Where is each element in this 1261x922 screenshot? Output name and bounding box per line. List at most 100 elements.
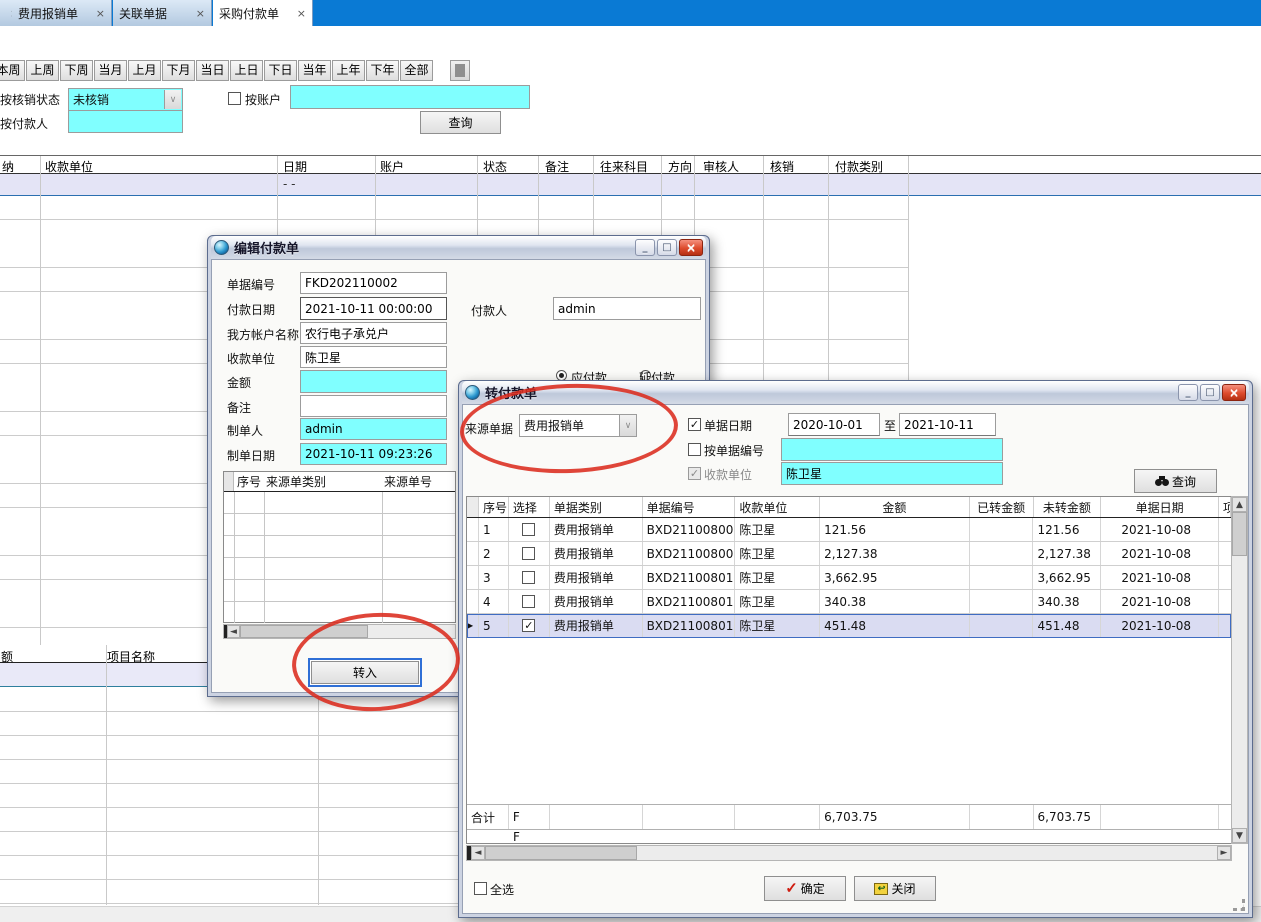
source-doc-dropdown[interactable]: 费用报销单 ∨ bbox=[519, 414, 637, 437]
col-status[interactable]: 状态 bbox=[483, 158, 507, 175]
table-row[interactable]: 4 费用报销单 BXD211008011 陈卫星 340.38 340.38 2… bbox=[467, 590, 1231, 614]
src-col-docno[interactable]: 来源单号 bbox=[382, 473, 432, 490]
col-auditor[interactable]: 审核人 bbox=[703, 158, 739, 175]
hdr-amount[interactable]: 金额 bbox=[820, 497, 970, 517]
edit-dialog-titlebar[interactable]: 编辑付款单 _ □ ✕ bbox=[211, 236, 706, 259]
hdr-payee[interactable]: 收款单位 bbox=[735, 497, 820, 517]
arrow-left-icon[interactable]: ◄ bbox=[227, 625, 240, 638]
col-cashier[interactable]: 纳 bbox=[2, 158, 14, 175]
col-payee[interactable]: 收款单位 bbox=[45, 158, 93, 175]
table-row-selected[interactable]: - - bbox=[0, 174, 1261, 196]
source-grid-hscrollbar[interactable]: ◄ bbox=[223, 624, 456, 639]
hdr-untransferred[interactable]: 未转金额 bbox=[1034, 497, 1102, 517]
period-button-today[interactable]: 当日 bbox=[196, 60, 229, 81]
scroll-thumb[interactable] bbox=[1232, 512, 1247, 556]
col-subject[interactable]: 往来科目 bbox=[600, 158, 648, 175]
row-select-checkbox[interactable] bbox=[522, 523, 535, 536]
chevron-down-icon[interactable]: ∨ bbox=[164, 90, 181, 109]
close-icon[interactable]: ✕ bbox=[679, 239, 703, 256]
payee-input[interactable] bbox=[300, 346, 447, 368]
hdr-project[interactable]: 项 bbox=[1219, 497, 1231, 517]
scroll-thumb[interactable] bbox=[240, 625, 368, 638]
arrow-right-icon[interactable]: ► bbox=[1217, 846, 1231, 860]
close-icon[interactable]: ✕ bbox=[1222, 384, 1246, 401]
account-filter-checkbox[interactable] bbox=[228, 92, 241, 105]
transfer-grid-vscrollbar[interactable]: ▲ ▼ bbox=[1231, 496, 1248, 844]
resize-grip[interactable] bbox=[1233, 899, 1245, 911]
period-mini-button[interactable] bbox=[450, 60, 470, 81]
close-button[interactable]: ↩ 关闭 bbox=[854, 876, 936, 901]
arrow-up-icon[interactable]: ▲ bbox=[1232, 497, 1247, 512]
arrow-left-icon[interactable]: ◄ bbox=[471, 846, 485, 860]
hdr-transferred[interactable]: 已转金额 bbox=[970, 497, 1034, 517]
our-account-input[interactable] bbox=[300, 322, 447, 344]
period-button-this-week[interactable]: 本周 bbox=[0, 60, 25, 81]
minimize-icon[interactable]: _ bbox=[635, 239, 655, 256]
hdr-no[interactable]: 序号 bbox=[479, 497, 509, 517]
period-button-last-month[interactable]: 上月 bbox=[128, 60, 161, 81]
doc-number-input[interactable] bbox=[300, 272, 447, 294]
query-button[interactable]: 查询 bbox=[420, 111, 501, 134]
col-paytype[interactable]: 付款类别 bbox=[835, 158, 883, 175]
transfer-grid-hscrollbar[interactable]: ◄ ► bbox=[466, 845, 1232, 861]
period-button-this-month[interactable]: 当月 bbox=[94, 60, 127, 81]
row-select-checkbox[interactable] bbox=[522, 571, 535, 584]
maximize-icon[interactable]: □ bbox=[1200, 384, 1220, 401]
date-from-input[interactable] bbox=[788, 413, 880, 436]
hdr-date[interactable]: 单据日期 bbox=[1101, 497, 1219, 517]
date-filter-checkbox[interactable]: ✓ bbox=[688, 418, 701, 431]
ok-button[interactable]: ✓ 确定 bbox=[764, 876, 846, 901]
row-select-checkbox[interactable] bbox=[522, 595, 535, 608]
col-date[interactable]: 日期 bbox=[283, 158, 307, 175]
transfer-dialog-titlebar[interactable]: 转付款单 _ □ ✕ bbox=[462, 381, 1249, 404]
date-to-input[interactable] bbox=[899, 413, 996, 436]
tab-close-icon[interactable]: × bbox=[188, 7, 205, 20]
arrow-down-icon[interactable]: ▼ bbox=[1232, 828, 1247, 843]
minimize-icon[interactable]: _ bbox=[1178, 384, 1198, 401]
creator-input[interactable] bbox=[300, 418, 447, 440]
period-button-yesterday[interactable]: 上日 bbox=[230, 60, 263, 81]
select-all-checkbox[interactable] bbox=[474, 882, 487, 895]
transfer-in-button[interactable]: 转入 bbox=[311, 661, 419, 684]
period-button-next-week[interactable]: 下周 bbox=[60, 60, 93, 81]
row-select-checkbox[interactable] bbox=[522, 547, 535, 560]
docno-filter-input[interactable] bbox=[781, 438, 1003, 461]
period-button-last-week[interactable]: 上周 bbox=[26, 60, 59, 81]
payment-date-input[interactable] bbox=[300, 297, 447, 320]
payee-filter-checkbox[interactable]: ✓ bbox=[688, 467, 701, 480]
tab-related-docs[interactable]: 关联单据 × bbox=[113, 0, 212, 26]
col-direction[interactable]: 方向 bbox=[668, 158, 692, 175]
transfer-query-button[interactable]: 查询 bbox=[1134, 469, 1217, 493]
create-date-input[interactable] bbox=[300, 443, 447, 465]
table-row[interactable]: 3 费用报销单 BXD211008010 陈卫星 3,662.95 3,662.… bbox=[467, 566, 1231, 590]
table-row[interactable]: 1 费用报销单 BXD211008008 陈卫星 121.56 121.56 2… bbox=[467, 518, 1231, 542]
maximize-icon[interactable]: □ bbox=[657, 239, 677, 256]
period-button-last-year[interactable]: 上年 bbox=[332, 60, 365, 81]
hdr-type[interactable]: 单据类别 bbox=[550, 497, 643, 517]
src-col-type[interactable]: 来源单类别 bbox=[264, 473, 382, 490]
payer-input[interactable] bbox=[68, 110, 183, 133]
table-row-selected[interactable]: ▶ 5 ✓ 费用报销单 BXD211008012 陈卫星 451.48 451.… bbox=[467, 614, 1231, 638]
dialog-payer-input[interactable] bbox=[553, 297, 701, 320]
hdr-docno[interactable]: 单据编号 bbox=[643, 497, 736, 517]
docno-filter-checkbox[interactable] bbox=[688, 443, 701, 456]
src-col-no[interactable]: 序号 bbox=[234, 473, 264, 490]
account-input[interactable] bbox=[290, 85, 530, 109]
status-dropdown[interactable]: 未核销 ∨ bbox=[68, 88, 183, 111]
tab-close-icon[interactable]: × bbox=[289, 7, 306, 20]
tab-close-icon[interactable]: × bbox=[88, 7, 105, 20]
chevron-down-icon[interactable]: ∨ bbox=[619, 415, 636, 436]
period-button-tomorrow[interactable]: 下日 bbox=[264, 60, 297, 81]
col-note[interactable]: 备注 bbox=[545, 158, 569, 175]
tab-expense-report[interactable]: 费用报销单 × bbox=[12, 0, 112, 26]
row-select-checkbox[interactable]: ✓ bbox=[522, 619, 535, 632]
hdr-select[interactable]: 选择 bbox=[509, 497, 550, 517]
table-row[interactable]: 2 费用报销单 BXD211008009 陈卫星 2,127.38 2,127.… bbox=[467, 542, 1231, 566]
period-button-all[interactable]: 全部 bbox=[400, 60, 433, 81]
scroll-thumb[interactable] bbox=[485, 846, 637, 860]
payee-filter-input[interactable] bbox=[781, 462, 1003, 485]
period-button-next-year[interactable]: 下年 bbox=[366, 60, 399, 81]
col-account[interactable]: 账户 bbox=[380, 158, 404, 175]
tab-purchase-payment[interactable]: 采购付款单 × bbox=[213, 0, 313, 26]
col-writeoff[interactable]: 核销 bbox=[770, 158, 794, 175]
